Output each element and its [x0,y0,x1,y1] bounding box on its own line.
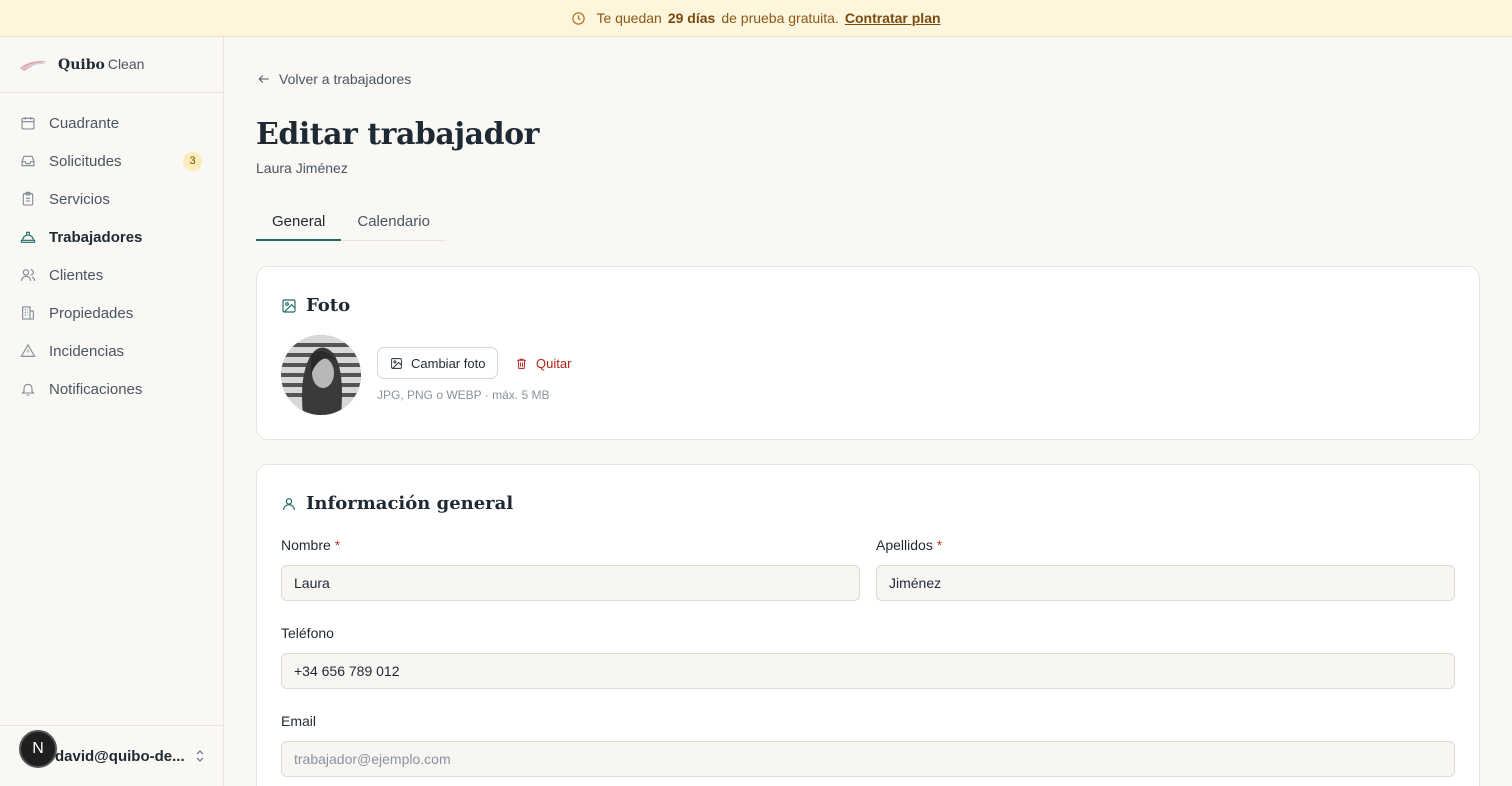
worker-photo-image [281,335,361,415]
sidebar-item-incidencias[interactable]: Incidencias [0,332,223,370]
avatar[interactable]: N [19,730,57,768]
worker-photo [281,335,361,415]
apellidos-label: Apellidos * [876,537,943,553]
brand-product: Clean [107,55,145,72]
arrow-left-icon [258,75,269,83]
photo-card-title: Foto [281,295,350,316]
sidebar-nav: Cuadrante Solicitudes 3 Servicios Trabaj… [0,93,223,408]
sidebar-item-label: Notificaciones [49,380,143,398]
telefono-input[interactable] [281,653,1455,689]
back-link[interactable]: Volver a trabajadores [257,71,411,87]
user-menu[interactable]: N david@quibo-de... [0,725,223,786]
sidebar-item-label: Solicitudes [49,152,122,170]
brand-name: Quibo [58,56,105,73]
users-icon [20,269,36,282]
email-input[interactable] [281,741,1455,777]
page-title: Editar trabajador [256,117,539,152]
clipboard-icon [22,191,34,206]
calendar-icon [21,117,35,130]
info-card: Información general Nombre * Apellidos *… [256,464,1480,786]
main-content: Volver a trabajadores Editar trabajador … [225,37,1512,786]
building-icon [22,306,34,320]
image-edit-icon [282,298,296,313]
banner-suffix: de prueba gratuita. [721,10,839,26]
photo-hint: JPG, PNG o WEBP · máx. 5 MB [377,388,550,402]
page-subtitle: Laura Jiménez [256,160,348,176]
sidebar-item-label: Clientes [49,266,104,284]
sidebar-item-label: Trabajadores [49,228,143,246]
brand-logo-icon [20,60,46,71]
info-card-title: Información general [281,493,513,514]
hard-hat-icon [20,231,36,243]
tab-calendario[interactable]: Calendario [341,203,446,241]
sidebar-item-label: Cuadrante [49,114,120,132]
sidebar-item-clientes[interactable]: Clientes [0,256,223,294]
back-link-label: Volver a trabajadores [279,71,412,87]
telefono-label: Teléfono [281,625,334,641]
trash-icon [517,358,526,369]
solicitudes-count-badge: 3 [183,151,202,171]
user-email: david@quibo-de... [55,748,185,765]
change-photo-button[interactable]: Cambiar foto [377,347,499,379]
warning-triangle-icon [20,343,36,357]
sidebar-item-label: Servicios [49,190,110,208]
sidebar-item-propiedades[interactable]: Propiedades [0,294,223,332]
bell-icon [21,383,35,396]
apellidos-input[interactable] [876,565,1455,601]
tab-general[interactable]: General [256,203,342,241]
tabs: General Calendario [256,203,446,241]
clock-icon [572,11,586,25]
sidebar-item-servicios[interactable]: Servicios [0,180,223,218]
brand[interactable]: Quibo Clean [0,37,223,93]
sidebar-item-cuadrante[interactable]: Cuadrante [0,104,223,142]
sidebar-item-trabajadores[interactable]: Trabajadores [0,218,223,256]
trial-banner: Te quedan 29 días de prueba gratuita. Co… [0,0,1512,37]
image-icon [391,357,402,369]
banner-prefix: Te quedan [596,10,662,26]
remove-photo-button[interactable]: Quitar [515,347,571,379]
banner-days: 29 días [667,10,716,26]
nombre-label: Nombre * [281,537,341,553]
sidebar-item-label: Incidencias [49,342,125,360]
contratar-plan-link[interactable]: Contratar plan [845,10,941,26]
photo-card: Foto Cambiar foto Quitar JPG, PNG o WEBP… [256,266,1480,440]
email-label: Email [281,713,317,729]
sidebar-item-notificaciones[interactable]: Notificaciones [0,370,223,408]
sidebar-item-label: Propiedades [49,304,134,322]
sidebar: Quibo Clean Cuadrante Solicitudes 3 Servi… [0,37,224,786]
sidebar-item-solicitudes[interactable]: Solicitudes 3 [0,142,223,180]
inbox-icon [21,155,35,167]
nombre-input[interactable] [281,565,860,601]
user-icon [283,497,295,510]
chevron-up-down-icon[interactable] [194,748,206,764]
